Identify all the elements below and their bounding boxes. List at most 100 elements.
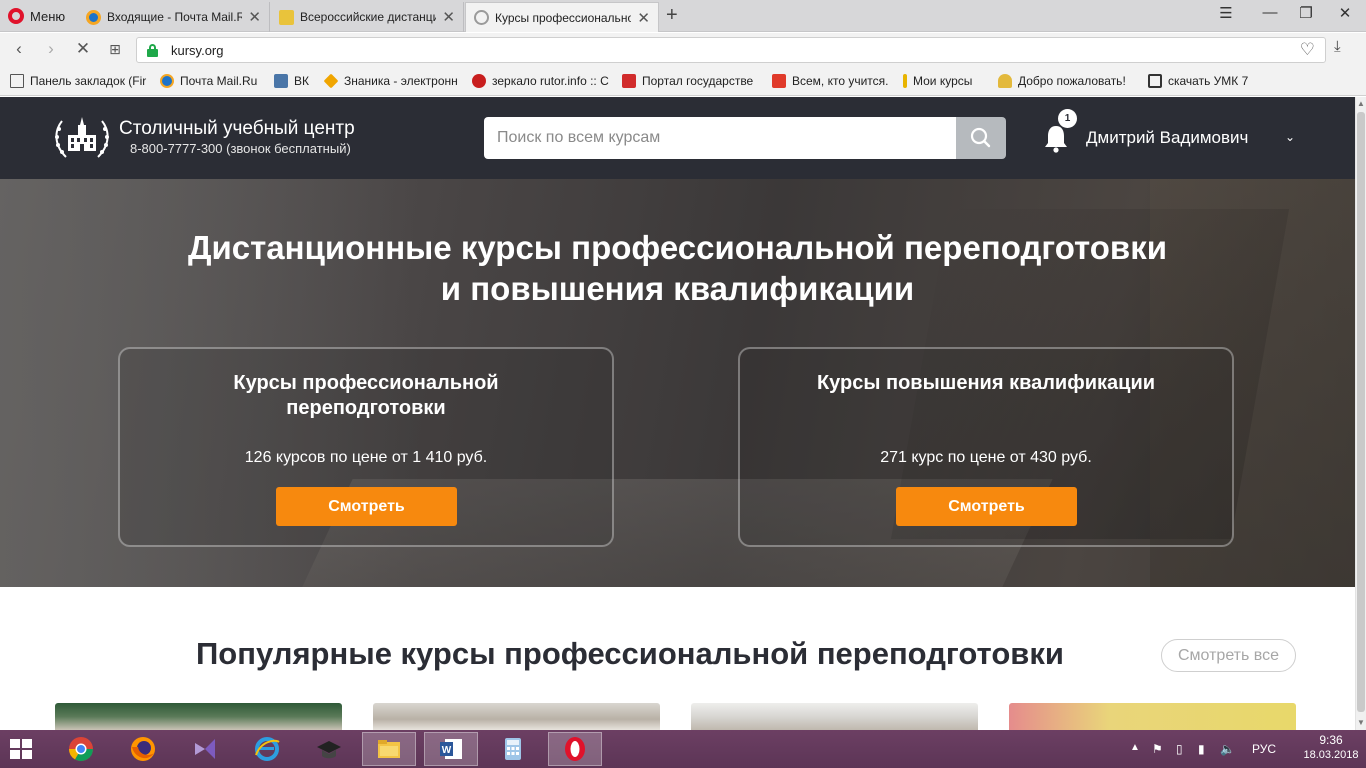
back-icon[interactable]: ‹ bbox=[8, 39, 30, 59]
brand-name[interactable]: Столичный учебный центр bbox=[119, 118, 355, 140]
course-card-image[interactable] bbox=[373, 703, 660, 730]
gov-portal-icon bbox=[622, 74, 636, 88]
chevron-down-icon[interactable]: ⌄ bbox=[1285, 130, 1295, 144]
user-name[interactable]: Дмитрий Вадимович bbox=[1086, 128, 1248, 148]
minimize-icon[interactable]: — bbox=[1255, 4, 1285, 21]
mail-ru-icon bbox=[86, 9, 101, 25]
search-button[interactable] bbox=[956, 117, 1006, 159]
tab-olympiad[interactable]: Всероссийские дистанционн ✕ bbox=[271, 2, 464, 32]
bookmark-item-all-who-study[interactable]: Всем, кто учится. bbox=[772, 74, 892, 88]
courses-icon bbox=[903, 74, 907, 88]
bookmark-label: Почта Mail.Ru bbox=[180, 74, 258, 88]
stop-loading-icon[interactable]: ✕ bbox=[72, 39, 94, 59]
bookmark-item-vk[interactable]: ВК bbox=[274, 74, 322, 88]
volume-icon[interactable]: 🔈 bbox=[1220, 742, 1235, 756]
ab-icon bbox=[772, 74, 786, 88]
close-window-icon[interactable]: ✕ bbox=[1330, 4, 1360, 22]
tab-mail[interactable]: Входящие - Почта Mail.Ru ✕ bbox=[78, 2, 270, 32]
calculator-taskbar-icon[interactable] bbox=[486, 732, 540, 766]
graduation-cap-taskbar-icon[interactable] bbox=[302, 732, 356, 766]
tab-menu-icon[interactable]: ☰ bbox=[1211, 4, 1241, 22]
show-hidden-icons[interactable]: ▲ bbox=[1130, 742, 1140, 753]
opera-menu-button[interactable]: Меню bbox=[8, 6, 65, 26]
bookmark-item-welcome[interactable]: Добро пожаловать! bbox=[998, 74, 1136, 88]
menu-label: Меню bbox=[30, 8, 66, 24]
internet-explorer-taskbar-icon[interactable] bbox=[240, 732, 294, 766]
word-taskbar-icon[interactable]: W bbox=[424, 732, 478, 766]
folder-icon bbox=[10, 74, 24, 88]
vitruvian-icon bbox=[279, 9, 294, 25]
restore-icon[interactable]: ❐ bbox=[1291, 4, 1321, 22]
card-title: Курсы повышения квалификации bbox=[816, 372, 1156, 394]
bookmark-item-rutor[interactable]: зеркало rutor.info :: С bbox=[472, 74, 610, 88]
browser-tab-strip: Меню Входящие - Почта Mail.Ru ✕ Всеросси… bbox=[0, 0, 1366, 32]
bookmark-item-znanika[interactable]: Знаника - электронн bbox=[324, 74, 460, 88]
search-placeholder: Поиск по всем курсам bbox=[497, 129, 661, 146]
bookmark-item-gosuslugi[interactable]: Портал государстве bbox=[622, 74, 760, 88]
system-clock[interactable]: 9:36 18.03.2018 bbox=[1300, 733, 1362, 761]
bookmark-heart-icon[interactable]: ♡ bbox=[1300, 40, 1315, 60]
tab-title: Входящие - Почта Mail.Ru bbox=[107, 10, 243, 24]
close-tab-icon[interactable]: ✕ bbox=[248, 8, 261, 26]
scroll-up-arrow-icon[interactable]: ▲ bbox=[1357, 99, 1365, 108]
see-all-button[interactable]: Смотреть все bbox=[1161, 639, 1296, 672]
svg-text:W: W bbox=[442, 745, 452, 756]
network-signal-icon[interactable]: ▮ bbox=[1198, 742, 1205, 756]
bookmark-item-panel[interactable]: Панель закладок (Fir bbox=[10, 74, 152, 88]
close-tab-icon[interactable]: ✕ bbox=[442, 8, 455, 26]
windows-taskbar: W ▲ ⚑ ▯ ▮ 🔈 РУС 9:36 18.03.2018 bbox=[0, 730, 1366, 768]
hero-title: Дистанционные курсы профессиональной пер… bbox=[0, 227, 1355, 309]
mail-ru-icon bbox=[160, 74, 174, 88]
view-qualification-button[interactable]: Смотреть bbox=[896, 487, 1077, 526]
notification-count-badge: 1 bbox=[1058, 109, 1077, 128]
secure-lock-icon bbox=[147, 44, 158, 57]
battery-icon[interactable]: ▯ bbox=[1176, 742, 1183, 756]
url-field[interactable]: kursy.org ♡ bbox=[136, 37, 1326, 63]
input-language[interactable]: РУС bbox=[1252, 742, 1276, 756]
university-logo-icon[interactable] bbox=[52, 113, 112, 161]
chrome-taskbar-icon[interactable] bbox=[54, 732, 108, 766]
hero-title-line-1: Дистанционные курсы профессиональной пер… bbox=[187, 229, 1168, 266]
course-card-image[interactable] bbox=[1009, 703, 1296, 730]
bookmark-label: зеркало rutor.info :: С bbox=[492, 74, 609, 88]
new-tab-button[interactable]: + bbox=[666, 4, 678, 27]
download-icon[interactable]: ⤓ bbox=[1334, 38, 1341, 55]
visual-studio-taskbar-icon[interactable] bbox=[178, 732, 232, 766]
welcome-hat-icon bbox=[998, 74, 1012, 88]
file-explorer-taskbar-icon[interactable] bbox=[362, 732, 416, 766]
view-retraining-button[interactable]: Смотреть bbox=[276, 487, 457, 526]
bookmarks-bar: Панель закладок (Fir Почта Mail.Ru ВК Зн… bbox=[0, 67, 1366, 96]
speed-dial-icon[interactable]: ⊞ bbox=[104, 41, 126, 58]
scroll-down-arrow-icon[interactable]: ▼ bbox=[1357, 718, 1365, 727]
card-info: 271 курс по цене от 430 руб. bbox=[880, 449, 1092, 466]
search-input[interactable]: Поиск по всем курсам bbox=[484, 117, 956, 159]
card-info: 126 курсов по цене от 1 410 руб. bbox=[244, 449, 488, 466]
tab-title: Всероссийские дистанционн bbox=[300, 10, 437, 24]
close-tab-icon[interactable]: ✕ bbox=[637, 9, 650, 27]
course-card-image[interactable] bbox=[55, 703, 342, 730]
bookmark-label: Знаника - электронн bbox=[344, 74, 458, 88]
download-site-icon bbox=[1148, 74, 1162, 88]
address-bar: ‹ › ✕ ⊞ kursy.org ♡ bbox=[0, 33, 1366, 67]
bookmark-item-my-courses[interactable]: Мои курсы bbox=[903, 74, 989, 88]
windows-start-icon[interactable] bbox=[10, 739, 32, 759]
bookmark-label: Мои курсы bbox=[913, 74, 973, 88]
bookmark-label: Всем, кто учится. bbox=[792, 74, 889, 88]
firefox-taskbar-icon[interactable] bbox=[116, 732, 170, 766]
opera-taskbar-icon[interactable] bbox=[548, 732, 602, 766]
scrollbar-thumb[interactable] bbox=[1357, 112, 1365, 712]
forward-icon[interactable]: › bbox=[40, 39, 62, 59]
card-title: Курсы профессиональной переподготовки bbox=[233, 372, 499, 419]
tab-kursy-active[interactable]: Курсы профессиональной ✕ bbox=[465, 2, 659, 32]
bookmark-item-umk[interactable]: скачать УМК 7 bbox=[1148, 74, 1258, 88]
site-header: Столичный учебный центр 8-800-7777-300 (… bbox=[0, 97, 1355, 179]
course-card-image[interactable] bbox=[691, 703, 978, 730]
course-category-card-qualification: Курсы повышения квалификации 271 курс по… bbox=[738, 347, 1234, 547]
clock-time: 9:36 bbox=[1319, 733, 1343, 747]
brand-phone: 8-800-7777-300 (звонок бесплатный) bbox=[130, 141, 351, 156]
rutor-star-icon bbox=[472, 74, 486, 88]
bookmark-item-mail[interactable]: Почта Mail.Ru bbox=[160, 74, 270, 88]
url-text: kursy.org bbox=[171, 43, 224, 58]
vk-icon bbox=[274, 74, 288, 88]
action-center-flag-icon[interactable]: ⚑ bbox=[1152, 742, 1163, 756]
